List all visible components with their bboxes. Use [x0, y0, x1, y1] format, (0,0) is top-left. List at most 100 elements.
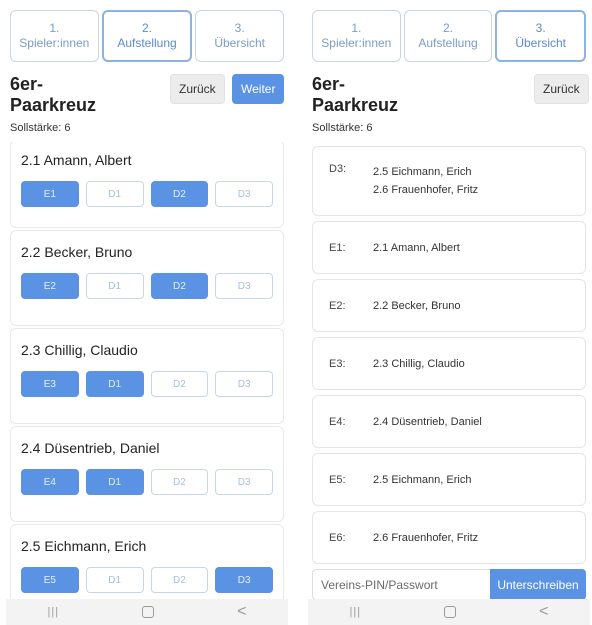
step-label: Aufstellung: [117, 36, 177, 50]
assigned-players: 2.5 Eichmann, Erich 2.6 Frauenhofer, Frit…: [373, 163, 478, 199]
screen-aufstellung: 1. Spieler:innen 2. Aufstellung 3. Übers…: [6, 0, 288, 625]
assigned-player-name: 2.5 Eichmann, Erich: [373, 473, 472, 486]
assigned-players: 2.6 Frauenhofer, Fritz: [373, 529, 478, 547]
position-toggle-group: E5 D1 D2 D3: [21, 567, 273, 593]
club-pin-input[interactable]: [312, 569, 490, 600]
lineup-row: E1: 2.1 Amann, Albert: [312, 221, 586, 274]
assigned-players: 2.2 Becker, Bruno: [373, 297, 460, 315]
step-label: Übersicht: [515, 36, 567, 50]
home-icon[interactable]: [142, 606, 155, 618]
lineup-row: E4: 2.4 Düsentrieb, Daniel: [312, 395, 586, 448]
page-title: 6er-Paarkreuz: [10, 74, 97, 115]
player-name: 2.4 Düsentrieb, Daniel: [21, 440, 160, 456]
android-nav-bar: ||| <: [308, 599, 590, 625]
player-card: 2.2 Becker, Bruno E2 D1 D2 D3: [10, 230, 284, 326]
lineup-row: E2: 2.2 Becker, Bruno: [312, 279, 586, 332]
position-toggle-d3[interactable]: D3: [215, 371, 273, 397]
position-toggle-d2[interactable]: D2: [150, 371, 209, 397]
recents-icon[interactable]: |||: [350, 606, 362, 618]
position-toggle-d2[interactable]: D2: [150, 469, 209, 495]
position-code: E6:: [329, 531, 346, 544]
assigned-players: 2.5 Eichmann, Erich: [373, 471, 471, 489]
position-toggle-d2[interactable]: D2: [150, 273, 209, 299]
step-aufstellung[interactable]: 2. Aufstellung: [101, 10, 193, 62]
step-spielerinnen[interactable]: 1. Spieler:innen: [10, 10, 99, 62]
position-code: E3:: [329, 357, 346, 370]
position-code: E2:: [329, 299, 346, 312]
step-number: 2.: [142, 21, 153, 35]
position-toggle-group: E1 D1 D2 D3: [21, 181, 273, 207]
position-toggle-d2[interactable]: D2: [150, 567, 209, 593]
sign-button[interactable]: Unterschreiben: [490, 569, 586, 600]
step-uebersicht[interactable]: 3. Übersicht: [195, 10, 285, 62]
player-name: 2.5 Eichmann, Erich: [21, 538, 147, 554]
position-toggle-group: E3 D1 D2 D3: [21, 371, 273, 397]
stepper: 1. Spieler:innen 2. Aufstellung 3. Übers…: [10, 10, 285, 62]
assigned-player-name: 2.2 Becker, Bruno: [373, 299, 461, 312]
position-toggle-d3[interactable]: D3: [215, 181, 273, 207]
position-toggle-d1[interactable]: D1: [85, 469, 144, 495]
position-toggle-d1[interactable]: D1: [85, 181, 144, 207]
position-toggle-e3[interactable]: E3: [21, 371, 79, 397]
position-toggle-group: E2 D1 D2 D3: [21, 273, 273, 299]
position-toggle-d1[interactable]: D1: [85, 273, 144, 299]
home-icon[interactable]: [444, 606, 457, 618]
position-toggle-d3[interactable]: D3: [215, 567, 273, 593]
lineup-overview: D3: 2.5 Eichmann, Erich 2.6 Frauenhofer, F…: [312, 146, 586, 569]
lineup-row: D3: 2.5 Eichmann, Erich 2.6 Frauenhofer, F…: [312, 146, 586, 216]
position-code: D3:: [329, 163, 347, 175]
lineup-row: E3: 2.3 Chillig, Claudio: [312, 337, 586, 390]
player-name: 2.1 Amann, Albert: [21, 152, 132, 168]
position-toggle-e1[interactable]: E1: [21, 181, 79, 207]
assigned-player-name: 2.4 Düsentrieb, Daniel: [373, 415, 482, 428]
step-uebersicht[interactable]: 3. Übersicht: [495, 10, 587, 62]
next-button[interactable]: Weiter: [232, 74, 285, 104]
back-nav-icon[interactable]: <: [237, 603, 246, 621]
step-aufstellung[interactable]: 2. Aufstellung: [403, 10, 493, 62]
position-toggle-e4[interactable]: E4: [21, 469, 79, 495]
step-number: 1.: [49, 21, 60, 35]
step-number: 2.: [443, 21, 454, 35]
stepper: 1. Spieler:innen 2. Aufstellung 3. Übers…: [312, 10, 587, 62]
assigned-player-name: 2.6 Frauenhofer, Fritz: [373, 531, 479, 544]
step-number: 3.: [535, 21, 546, 35]
player-card: 2.4 Düsentrieb, Daniel E4 D1 D2 D3: [10, 426, 284, 522]
page-title: 6er-Paarkreuz: [312, 74, 399, 115]
position-toggle-d2[interactable]: D2: [150, 181, 209, 207]
step-label: Spieler:innen: [321, 36, 392, 50]
back-button[interactable]: Zurück: [534, 74, 589, 104]
step-label: Übersicht: [214, 36, 266, 50]
assigned-players: 2.1 Amann, Albert: [373, 239, 460, 257]
assigned-players: 2.3 Chillig, Claudio: [373, 355, 465, 373]
recents-icon[interactable]: |||: [48, 606, 60, 618]
assigned-player-name: 2.5 Eichmann, Erich: [373, 166, 472, 178]
position-toggle-d1[interactable]: D1: [85, 371, 144, 397]
lineup-row: E6: 2.6 Frauenhofer, Fritz: [312, 511, 586, 564]
position-toggle-e2[interactable]: E2: [21, 273, 79, 299]
assigned-player-name: 2.3 Chillig, Claudio: [373, 357, 465, 370]
android-nav-bar: ||| <: [6, 599, 288, 625]
position-toggle-e5[interactable]: E5: [21, 567, 79, 593]
lineup-row: E5: 2.5 Eichmann, Erich: [312, 453, 586, 506]
assigned-player-name: 2.1 Amann, Albert: [373, 241, 460, 254]
position-toggle-group: E4 D1 D2 D3: [21, 469, 273, 495]
assigned-players: 2.4 Düsentrieb, Daniel: [373, 413, 482, 431]
player-card: 2.3 Chillig, Claudio E3 D1 D2 D3: [10, 328, 284, 424]
position-code: E5:: [329, 473, 346, 486]
player-name: 2.2 Becker, Bruno: [21, 244, 133, 260]
back-nav-icon[interactable]: <: [539, 603, 548, 621]
position-code: E1:: [329, 241, 346, 254]
position-code: E4:: [329, 415, 346, 428]
back-button[interactable]: Zurück: [170, 74, 225, 104]
position-toggle-d1[interactable]: D1: [85, 567, 144, 593]
step-label: Spieler:innen: [19, 36, 90, 50]
step-spielerinnen[interactable]: 1. Spieler:innen: [312, 10, 401, 62]
position-toggle-d3[interactable]: D3: [215, 469, 273, 495]
target-strength: Sollstärke: 6: [312, 122, 373, 134]
position-toggle-d3[interactable]: D3: [215, 273, 273, 299]
player-list: 2.1 Amann, Albert E1 D1 D2 D3 2.2 Becker, Bru…: [10, 140, 284, 622]
assigned-player-name: 2.6 Frauenhofer, Fritz: [373, 184, 479, 196]
player-name: 2.3 Chillig, Claudio: [21, 342, 138, 358]
step-number: 3.: [234, 21, 245, 35]
player-card: 2.1 Amann, Albert E1 D1 D2 D3: [10, 140, 284, 228]
